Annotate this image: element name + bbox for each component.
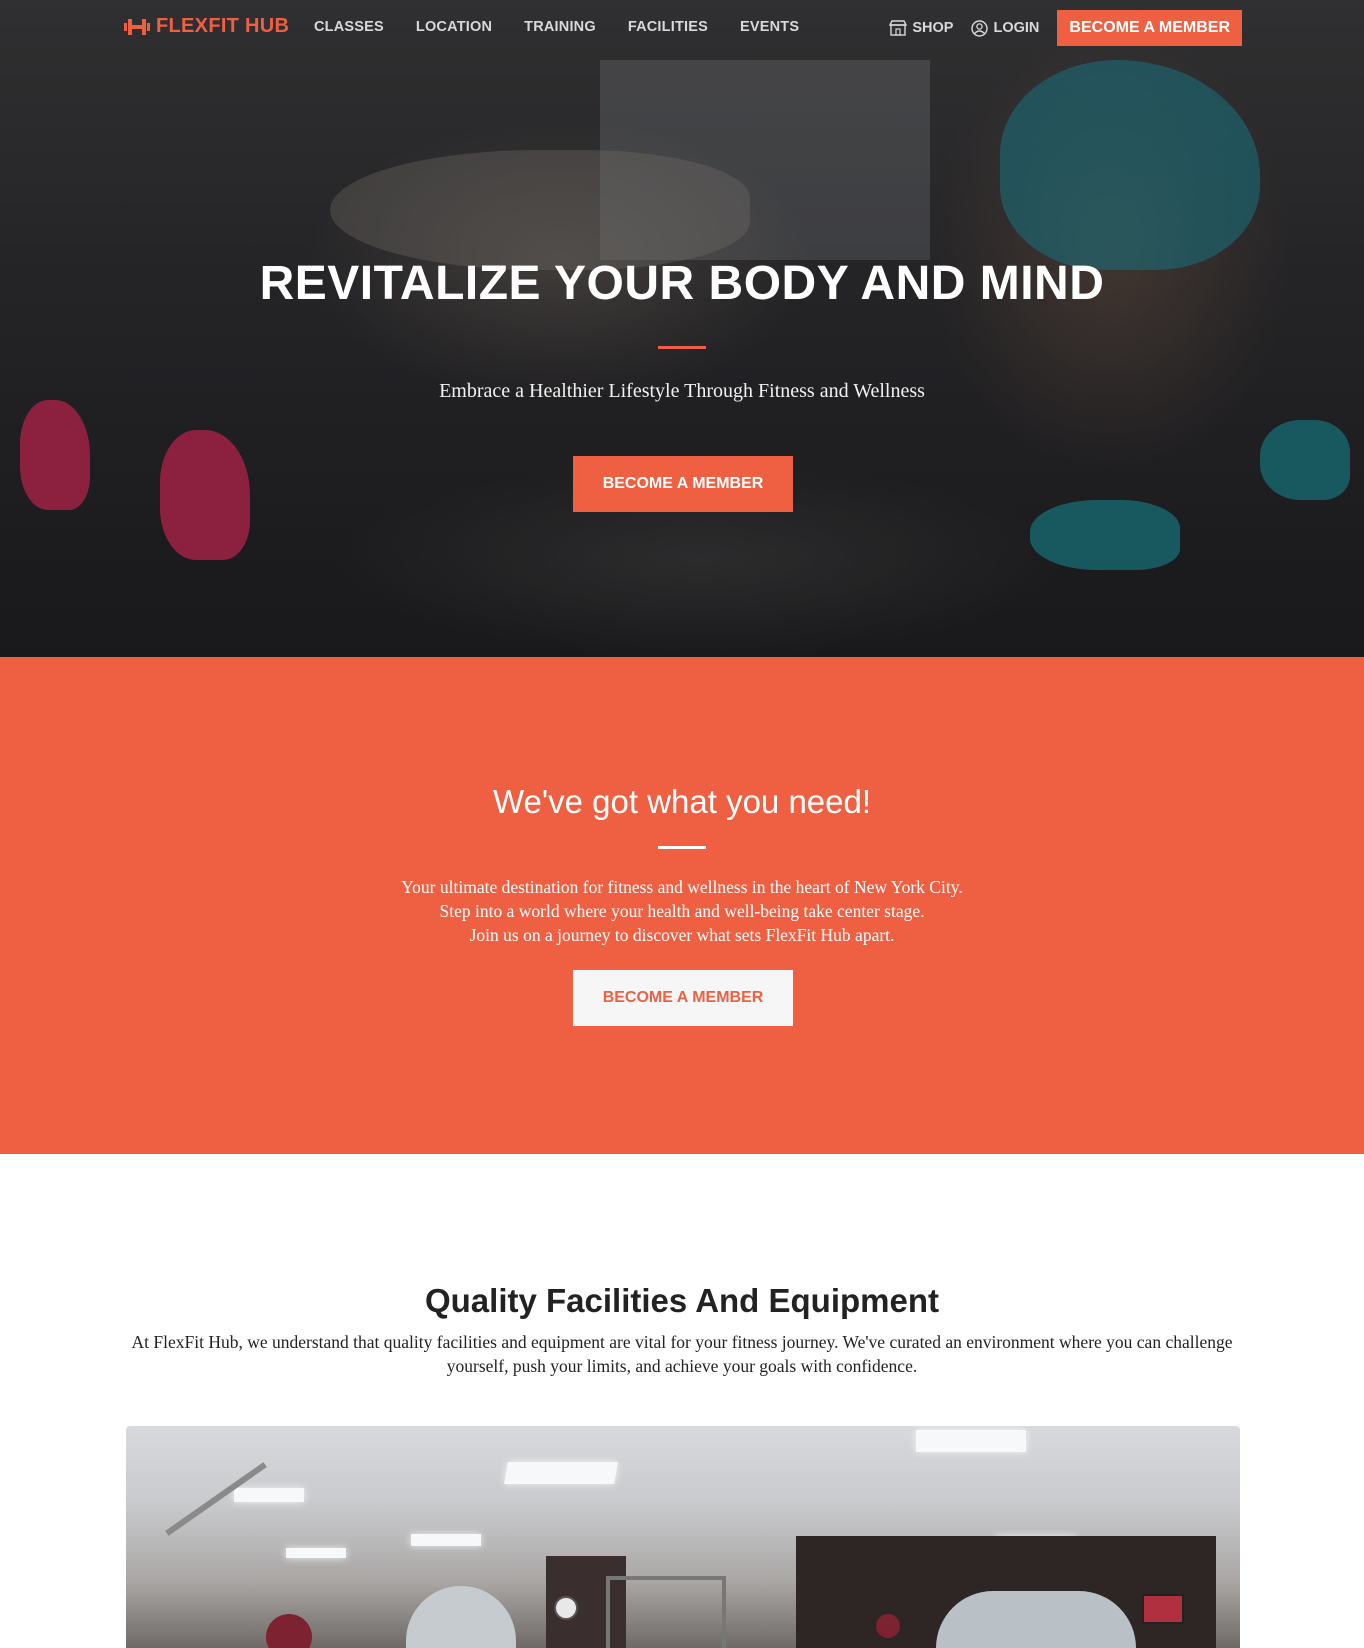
user-circle-icon [971, 19, 989, 37]
hero-title: REVITALIZE YOUR BODY AND MIND [259, 257, 1105, 310]
nav-link-location[interactable]: LOCATION [416, 19, 492, 35]
tv-screen [1142, 1594, 1184, 1624]
mirror [936, 1591, 1136, 1648]
nav-link-training[interactable]: TRAINING [524, 19, 596, 35]
nav-link-facilities[interactable]: FACILITIES [628, 19, 708, 35]
brand-name: FLEXFIT HUB [156, 15, 290, 37]
nav-links: CLASSES LOCATION TRAINING FACILITIES EVE… [314, 19, 831, 35]
exercise-ball [876, 1614, 900, 1638]
intro-section: We've got what you need! Your ultimate d… [0, 657, 1364, 1154]
nav-actions: SHOP LOGIN BECOME A MEMBER [889, 10, 1242, 46]
dumbbell-icon [124, 18, 150, 36]
brand-logo[interactable]: FLEXFIT HUB [124, 15, 289, 38]
facilities-description: At FlexFit Hub, we understand that quali… [131, 1332, 1233, 1376]
ceiling-light [916, 1430, 1026, 1452]
become-member-hero-button[interactable]: BECOME A MEMBER [573, 456, 793, 512]
wall-clock [554, 1596, 578, 1620]
exercise-ball [266, 1614, 312, 1648]
facilities-title: Quality Facilities And Equipment [424, 1282, 939, 1319]
hero-overlay [0, 0, 1364, 657]
intro-title: We've got what you need! [492, 783, 872, 820]
hero-divider [658, 346, 706, 349]
login-link[interactable]: LOGIN [971, 19, 1040, 37]
ceiling-light [286, 1548, 346, 1558]
shop-label: SHOP [912, 20, 954, 36]
ceiling-light [411, 1534, 481, 1546]
nav-link-events[interactable]: EVENTS [740, 19, 799, 35]
shop-link[interactable]: SHOP [889, 20, 953, 36]
become-member-intro-button[interactable]: BECOME A MEMBER [573, 970, 793, 1026]
login-label: LOGIN [993, 20, 1040, 36]
hero-section: FLEXFIT HUB CLASSES LOCATION TRAINING FA… [0, 0, 1364, 657]
intro-line: Step into a world where your health and … [439, 901, 925, 921]
intro-line: Join us on a journey to discover what se… [469, 925, 895, 945]
hero-subtitle: Embrace a Healthier Lifestyle Through Fi… [439, 380, 925, 402]
ceiling-light [234, 1488, 304, 1502]
intro-line: Your ultimate destination for fitness an… [401, 877, 963, 897]
weight-machine [606, 1576, 726, 1648]
gym-interior-photo [126, 1426, 1240, 1648]
facilities-section: Quality Facilities And Equipment At Flex… [0, 1154, 1364, 1648]
ceiling-light [504, 1462, 618, 1484]
become-member-nav-button[interactable]: BECOME A MEMBER [1057, 10, 1242, 46]
store-icon [889, 20, 908, 36]
mirror [406, 1586, 516, 1648]
nav-link-classes[interactable]: CLASSES [314, 19, 384, 35]
intro-text: Your ultimate destination for fitness an… [0, 875, 1364, 947]
intro-divider [658, 846, 706, 849]
top-navigation: FLEXFIT HUB CLASSES LOCATION TRAINING FA… [0, 0, 1364, 56]
